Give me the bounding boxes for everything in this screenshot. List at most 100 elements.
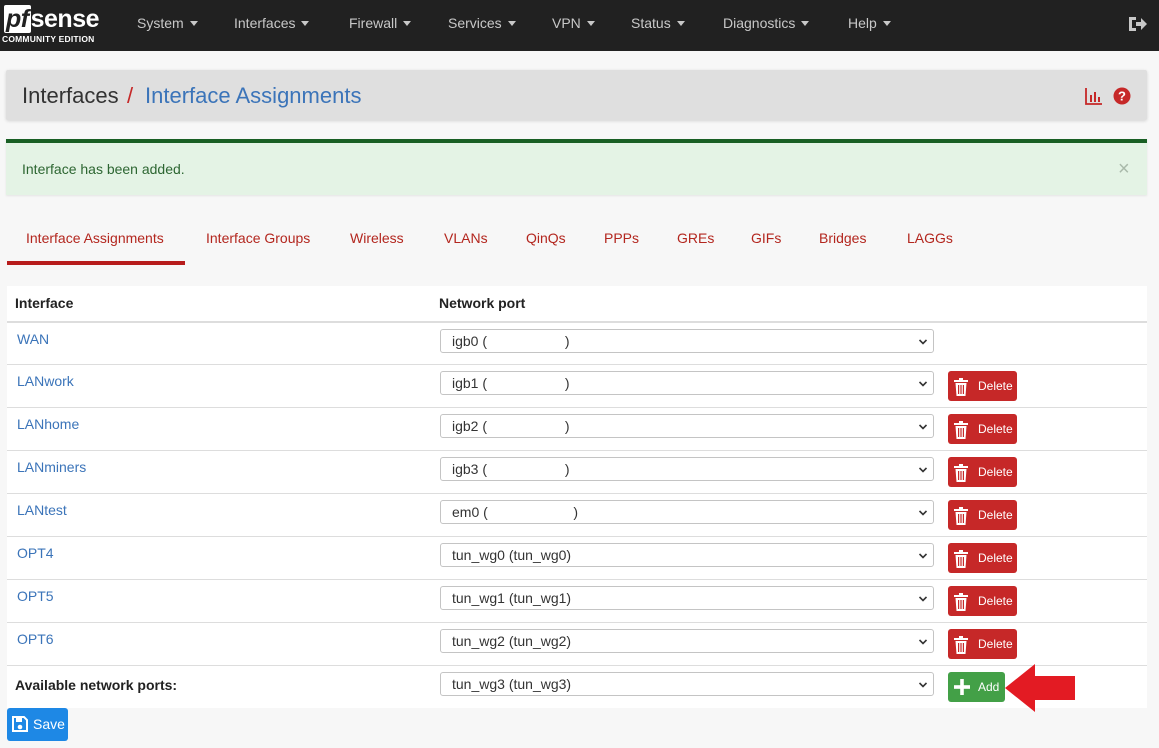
tab-laggs[interactable]: LAGGs xyxy=(907,230,953,250)
caret-down-icon xyxy=(882,21,891,26)
breadcrumb-current[interactable]: Interface Assignments xyxy=(145,83,361,109)
delete-button[interactable]: Delete xyxy=(948,457,1017,487)
bar-chart-icon[interactable] xyxy=(1085,87,1103,105)
svg-text:?: ? xyxy=(1118,89,1126,104)
interface-link-lantest[interactable]: LANtest xyxy=(17,502,67,518)
add-button[interactable]: Add xyxy=(948,672,1005,702)
tab-vlans[interactable]: VLANs xyxy=(444,230,488,250)
trash-icon xyxy=(954,550,968,568)
available-ports-label: Available network ports: xyxy=(15,677,178,693)
trash-icon xyxy=(954,593,968,611)
delete-label: Delete xyxy=(978,422,1013,436)
row-divider xyxy=(7,579,1147,580)
nav-services[interactable]: Services xyxy=(448,0,516,51)
nav-help[interactable]: Help xyxy=(848,0,891,51)
chevron-down-icon xyxy=(919,510,927,516)
close-icon[interactable]: × xyxy=(1118,159,1130,179)
save-label: Save xyxy=(33,716,65,732)
save-button[interactable]: Save xyxy=(7,708,68,741)
row-divider xyxy=(7,665,1147,666)
row-divider xyxy=(7,450,1147,451)
sign-out-icon[interactable] xyxy=(1127,14,1147,34)
chevron-down-icon xyxy=(919,381,927,387)
network-port-select[interactable]: igb2 ( ) xyxy=(440,414,934,438)
plus-icon xyxy=(954,679,970,695)
interface-link-opt4[interactable]: OPT4 xyxy=(17,545,54,561)
delete-label: Delete xyxy=(978,637,1013,651)
tab-gres[interactable]: GREs xyxy=(677,230,714,250)
interface-link-opt5[interactable]: OPT5 xyxy=(17,588,54,604)
breadcrumb-separator: / xyxy=(127,83,134,108)
caret-down-icon xyxy=(301,21,310,26)
save-disk-icon xyxy=(12,716,28,732)
nav-status[interactable]: Status xyxy=(631,0,685,51)
chevron-down-icon xyxy=(919,467,927,473)
tab-qinqs[interactable]: QinQs xyxy=(526,230,566,250)
chevron-down-icon xyxy=(919,639,927,645)
chevron-down-icon xyxy=(919,596,927,602)
annotation-arrow-icon xyxy=(1005,664,1075,712)
chevron-down-icon xyxy=(919,339,927,345)
tab-interface-groups[interactable]: Interface Groups xyxy=(206,230,310,250)
column-header-network-port: Network port xyxy=(439,295,526,311)
column-header-interface: Interface xyxy=(15,295,74,311)
header-divider xyxy=(7,321,1147,323)
interface-link-wan[interactable]: WAN xyxy=(17,331,49,347)
caret-down-icon xyxy=(189,21,198,26)
trash-icon xyxy=(954,464,968,482)
logo-wordmark: pfsense xyxy=(4,5,100,33)
row-divider xyxy=(7,536,1147,537)
success-alert: Interface has been added. × xyxy=(6,139,1147,195)
delete-button[interactable]: Delete xyxy=(948,586,1017,616)
alert-message: Interface has been added. xyxy=(22,161,185,177)
nav-firewall[interactable]: Firewall xyxy=(349,0,412,51)
chevron-down-icon xyxy=(919,424,927,430)
delete-button[interactable]: Delete xyxy=(948,543,1017,573)
nav-system[interactable]: System xyxy=(137,0,198,51)
row-divider xyxy=(7,407,1147,408)
active-tab-indicator xyxy=(7,261,185,265)
interface-link-opt6[interactable]: OPT6 xyxy=(17,631,54,647)
tab-ppps[interactable]: PPPs xyxy=(604,230,639,250)
nav-interfaces[interactable]: Interfaces xyxy=(234,0,310,51)
available-port-select[interactable]: tun_wg3 (tun_wg3) xyxy=(440,672,934,696)
chevron-down-icon xyxy=(919,553,927,559)
question-circle-icon[interactable]: ? xyxy=(1113,87,1131,105)
interface-link-lanhome[interactable]: LANhome xyxy=(17,416,79,432)
network-port-select[interactable]: igb1 ( ) xyxy=(440,371,934,395)
tab-bridges[interactable]: Bridges xyxy=(819,230,866,250)
logo-edition: COMMUNITY EDITION xyxy=(2,34,95,44)
network-port-select[interactable]: igb0 ( ) xyxy=(440,329,934,353)
network-port-select[interactable]: tun_wg1 (tun_wg1) xyxy=(440,586,934,610)
delete-button[interactable]: Delete xyxy=(948,414,1017,444)
row-divider xyxy=(7,622,1147,623)
nav-vpn[interactable]: VPN xyxy=(552,0,595,51)
network-port-select[interactable]: tun_wg0 (tun_wg0) xyxy=(440,543,934,567)
delete-button[interactable]: Delete xyxy=(948,371,1017,401)
network-port-select[interactable]: tun_wg2 (tun_wg2) xyxy=(440,629,934,653)
tab-interface-assignments[interactable]: Interface Assignments xyxy=(26,230,164,250)
trash-icon xyxy=(954,421,968,439)
caret-down-icon xyxy=(507,21,516,26)
delete-label: Delete xyxy=(978,379,1013,393)
interface-link-lanminers[interactable]: LANminers xyxy=(17,459,86,475)
delete-label: Delete xyxy=(978,465,1013,479)
tab-wireless[interactable]: Wireless xyxy=(350,230,404,250)
network-port-select[interactable]: igb3 ( ) xyxy=(440,457,934,481)
nav-diagnostics[interactable]: Diagnostics xyxy=(723,0,810,51)
delete-button[interactable]: Delete xyxy=(948,629,1017,659)
tab-gifs[interactable]: GIFs xyxy=(751,230,781,250)
network-port-select[interactable]: em0 ( ) xyxy=(440,500,934,524)
caret-down-icon xyxy=(801,21,810,26)
delete-label: Delete xyxy=(978,594,1013,608)
breadcrumb-root: Interfaces xyxy=(22,83,119,108)
trash-icon xyxy=(954,378,968,396)
interface-link-lanwork[interactable]: LANwork xyxy=(17,373,74,389)
chevron-down-icon xyxy=(919,682,927,688)
row-divider xyxy=(7,493,1147,494)
add-label: Add xyxy=(978,680,1000,694)
delete-label: Delete xyxy=(978,551,1013,565)
delete-button[interactable]: Delete xyxy=(948,500,1017,530)
pfsense-logo[interactable]: pfsense COMMUNITY EDITION xyxy=(0,3,110,47)
trash-icon xyxy=(954,507,968,525)
